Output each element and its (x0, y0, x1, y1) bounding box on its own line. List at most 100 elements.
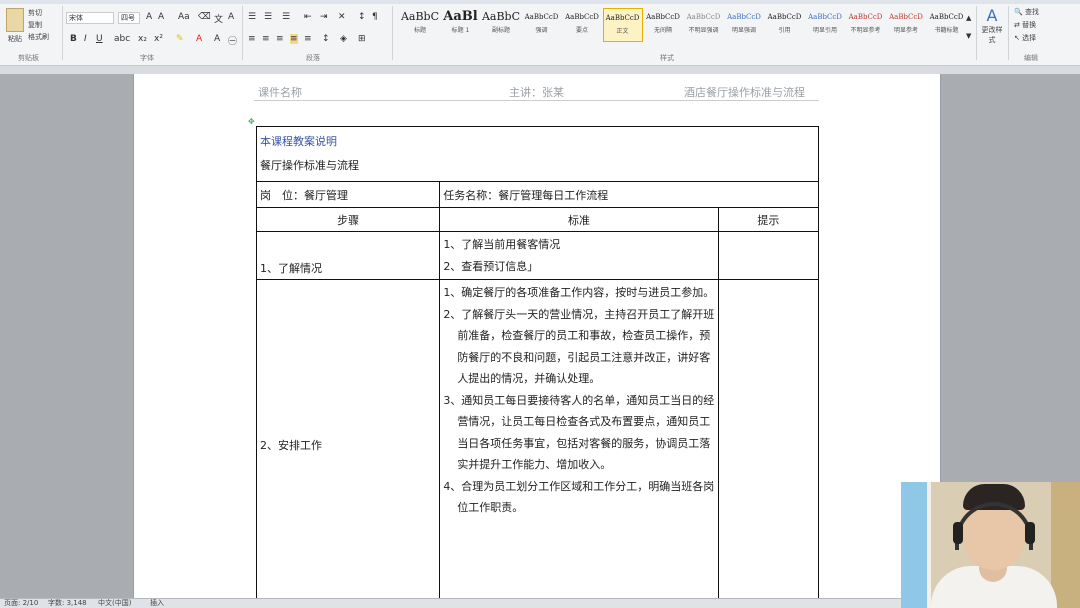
style-item[interactable]: AaBbCcD 要点 (562, 8, 602, 42)
subscript-icon[interactable]: x₂ (138, 34, 147, 44)
font-name-select[interactable]: 宋体 (66, 12, 114, 24)
table-info-row: 岗 位：餐厅管理 任务名称：餐厅管理每日工作流程 (255, 181, 819, 208)
standard-item: 2、查看预订信息」 (443, 259, 539, 273)
style-sample: AaBbCcD (727, 13, 761, 21)
char-border-icon[interactable]: A (228, 12, 234, 22)
select-button[interactable]: ↖ 选择 (1014, 32, 1039, 45)
font-size-select[interactable]: 四号 (118, 12, 140, 24)
decrease-indent-icon[interactable]: ⇤ (304, 12, 312, 22)
style-item[interactable]: AaBbCcD 无间隔 (643, 8, 683, 42)
standard-cell[interactable]: 1、了解当前用餐客情况 2、查看预订信息」 (439, 231, 719, 280)
change-styles-icon: A (986, 6, 998, 25)
table-row: 2、安排工作 1、确定餐厅的各项准备工作内容，按时与进员工参加。 2、了解餐厅头… (255, 279, 820, 608)
style-name: 标题 1 (451, 27, 470, 34)
status-page[interactable]: 页面: 2/10 (4, 599, 38, 608)
highlight-icon[interactable]: ✎ (176, 34, 184, 44)
distribute-icon[interactable]: ≡ (304, 34, 312, 44)
increase-indent-icon[interactable]: ⇥ (320, 12, 328, 22)
style-item[interactable]: AaBbCcD 明显参考 (886, 8, 926, 42)
format-painter-button[interactable]: 格式刷 (28, 32, 49, 42)
superscript-icon[interactable]: x² (154, 34, 163, 44)
status-mode[interactable]: 插入 (150, 599, 164, 608)
bullets-icon[interactable]: ☰ (248, 12, 256, 22)
align-left-icon[interactable]: ≡ (248, 34, 256, 44)
style-sample: AaBbCcD (889, 13, 923, 21)
paste-icon[interactable] (6, 8, 24, 32)
italic-icon[interactable]: I (84, 34, 87, 44)
document-table[interactable]: 本课程教案说明 餐厅操作标准与流程 岗 位：餐厅管理 任务名称：餐厅管理每日工作… (255, 126, 820, 608)
style-sample: AaBbCcD (808, 13, 842, 21)
line-spacing-icon[interactable]: ↕ (322, 34, 330, 44)
table-move-handle-icon[interactable]: ✥ (248, 117, 255, 126)
header-center-text: 主讲：张某 (509, 86, 564, 99)
paste-button-label[interactable]: 粘贴 (8, 34, 22, 44)
status-language[interactable]: 中文(中国) (98, 599, 131, 608)
shrink-font-icon[interactable]: A (158, 12, 164, 22)
grow-font-icon[interactable]: A (146, 12, 152, 22)
phonetic-guide-icon[interactable]: 文 (214, 12, 223, 25)
align-center-icon[interactable]: ≡ (262, 34, 270, 44)
table-title-row: 本课程教案说明 餐厅操作标准与流程 (256, 126, 819, 182)
clear-format-icon[interactable]: ⌫ (198, 12, 211, 22)
bold-icon[interactable]: B (70, 34, 77, 44)
numbering-icon[interactable]: ☰ (264, 12, 272, 22)
change-case-icon[interactable]: Aa (178, 12, 190, 22)
step-cell[interactable]: 2、安排工作 (255, 279, 441, 608)
group-label-styles: 样式 (660, 54, 674, 62)
document-page[interactable]: 课件名称 主讲：张某 酒店餐厅操作标准与流程 ✥ 本课程教案说明 餐厅操作标准与… (133, 74, 941, 608)
show-marks-icon[interactable]: ¶ (372, 12, 378, 22)
borders-icon[interactable]: ⊞ (358, 34, 366, 44)
replace-label: 替换 (1022, 21, 1037, 29)
shading-icon[interactable]: ◈ (340, 34, 347, 44)
find-button[interactable]: 🔍 查找 (1014, 6, 1039, 19)
col-header-step[interactable]: 步骤 (255, 207, 441, 232)
enclose-char-icon[interactable]: ㊀ (228, 34, 237, 47)
gallery-scroll-up-icon[interactable]: ▲ (966, 14, 971, 22)
step-cell[interactable]: 1、了解情况 (255, 231, 441, 280)
style-name: 要点 (575, 27, 588, 34)
task-cell[interactable]: 任务名称：餐厅管理每日工作流程 (439, 181, 819, 208)
underline-icon[interactable]: U (96, 34, 103, 44)
cut-button[interactable]: 剪切 (28, 8, 42, 18)
style-item[interactable]: AaBbCcD 正文 (602, 8, 643, 42)
char-shading-icon[interactable]: A (214, 34, 220, 44)
webcam-overlay (901, 482, 1080, 608)
ruler[interactable] (0, 66, 1080, 74)
sort-icon[interactable]: ↕ (358, 12, 366, 22)
style-sample: AaBbC (400, 10, 440, 23)
find-label: 查找 (1024, 8, 1039, 16)
style-item[interactable]: AaBbCcD 强调 (522, 8, 562, 42)
standard-item: 4、合理为员工划分工作区域和工作分工，明确当班各岗位工作职责。 (443, 479, 715, 515)
style-name: 明显引用 (812, 27, 837, 34)
justify-icon[interactable]: ≡ (290, 34, 298, 44)
style-item[interactable]: AaBbCcD 明显引用 (805, 8, 845, 42)
chinese-layout-icon[interactable]: ✕ (338, 12, 346, 22)
tip-cell[interactable] (717, 279, 820, 608)
style-item[interactable]: AaBbCcD 不明显强调 (684, 8, 724, 42)
standard-cell[interactable]: 1、确定餐厅的各项准备工作内容，按时与进员工参加。 2、了解餐厅头一天的营业情况… (439, 279, 719, 608)
style-item[interactable]: AaBl 标题 1 (441, 8, 481, 42)
replace-button[interactable]: ⇄ 替换 (1014, 19, 1039, 32)
style-item[interactable]: AaBbCcD 书籍标题 (927, 8, 967, 42)
gallery-more-icon[interactable]: ▼ (966, 32, 971, 40)
col-header-standard[interactable]: 标准 (439, 207, 719, 232)
status-words[interactable]: 字数: 3,148 (48, 599, 87, 608)
font-color-icon[interactable]: A (196, 34, 202, 44)
table-title-line-1: 本课程教案说明 (260, 135, 337, 148)
post-cell[interactable]: 岗 位：餐厅管理 (255, 181, 441, 208)
table-title-cell[interactable]: 本课程教案说明 餐厅操作标准与流程 (256, 126, 819, 182)
multilevel-list-icon[interactable]: ☰ (282, 12, 290, 22)
change-styles-button[interactable]: A 更改样式 (980, 6, 1004, 46)
align-right-icon[interactable]: ≡ (276, 34, 284, 44)
style-item[interactable]: AaBbCcD 引用 (765, 8, 805, 42)
style-sample: AaBbCcD (605, 14, 640, 22)
col-header-tip[interactable]: 提示 (717, 207, 820, 232)
copy-button[interactable]: 复制 (28, 20, 42, 30)
editing-group: 🔍 查找 ⇄ 替换 ↖ 选择 (1014, 6, 1039, 45)
strikethrough-icon[interactable]: abc (114, 34, 130, 44)
tip-cell[interactable] (717, 231, 820, 280)
style-item[interactable]: AaBbCcD 明显强调 (724, 8, 764, 42)
style-item[interactable]: AaBbCcD 不明显参考 (846, 8, 886, 42)
style-item[interactable]: AaBbC 标题 (400, 8, 440, 42)
style-item[interactable]: AaBbC 副标题 (481, 8, 521, 42)
